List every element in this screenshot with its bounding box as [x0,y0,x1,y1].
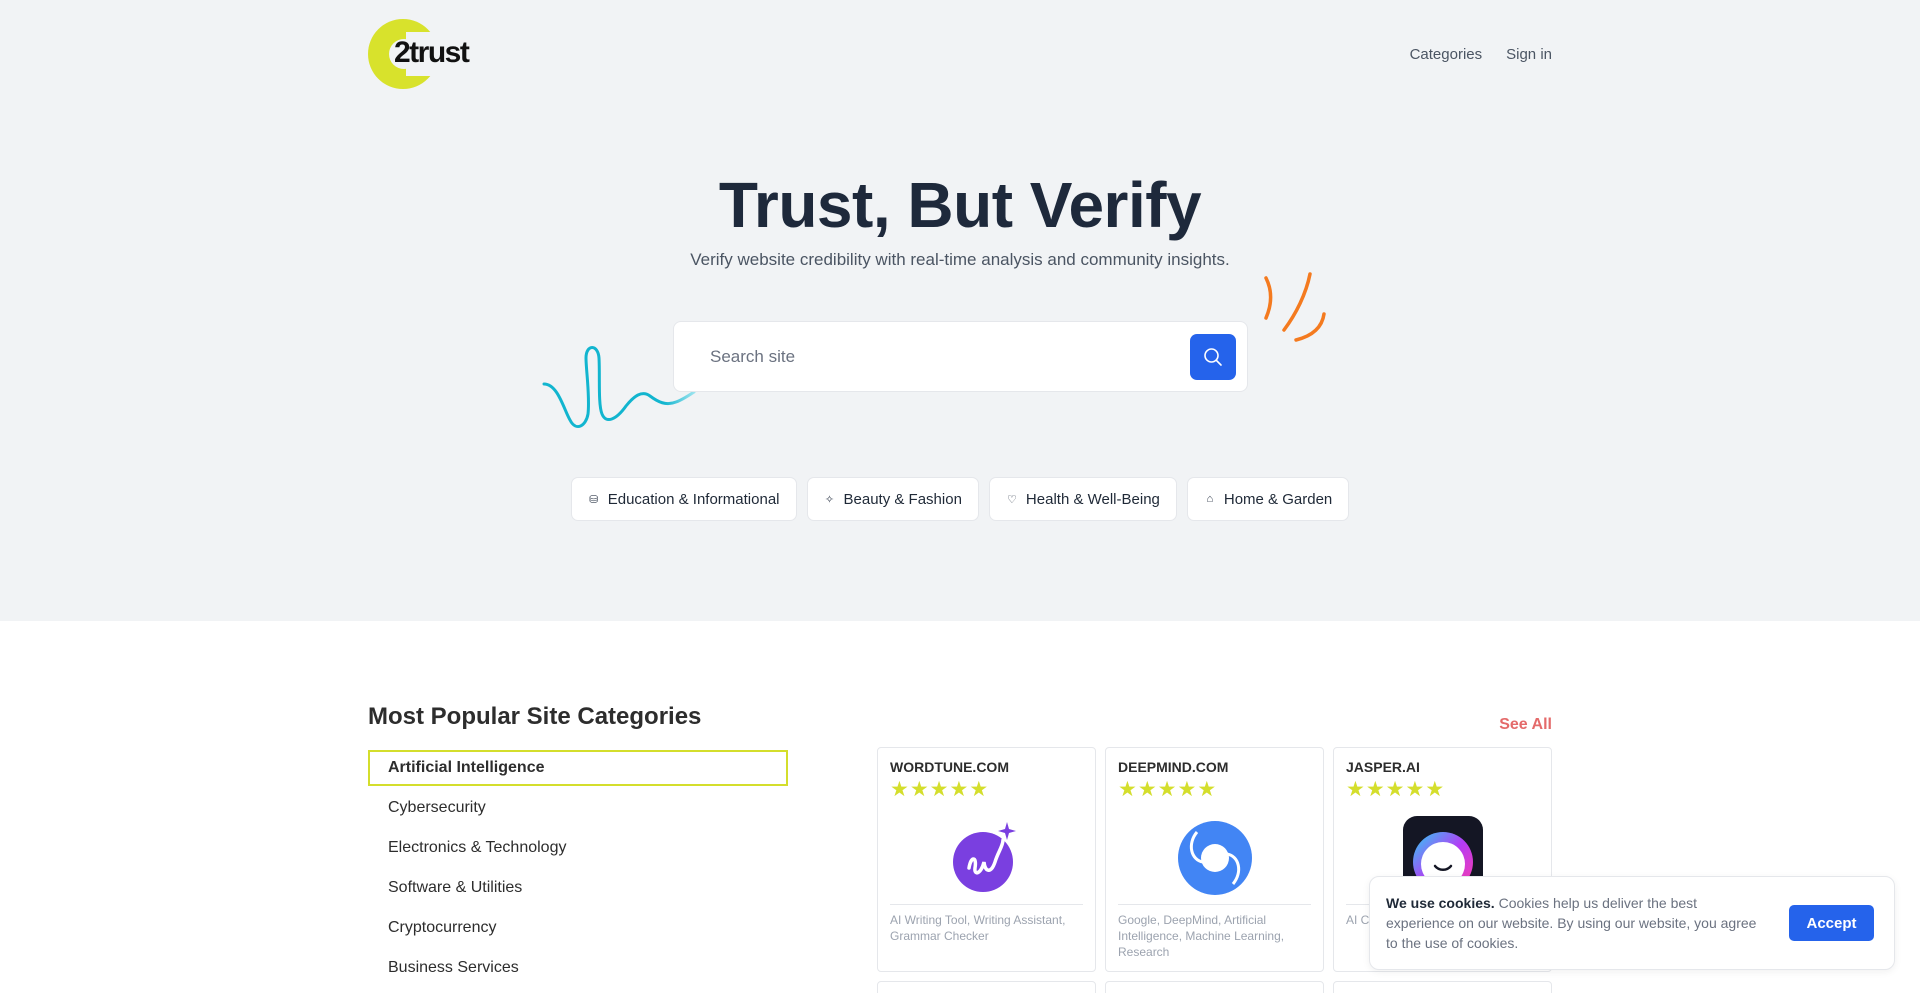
heart-icon: ♡ [1006,493,1017,506]
category-list: Artificial Intelligence Cybersecurity El… [368,750,788,990]
accept-cookies-button[interactable]: Accept [1789,905,1874,941]
star-icon: ★ [890,778,909,801]
deepmind-logo-icon [1177,821,1252,895]
site-name: DEEPMIND.COM [1118,759,1229,775]
logo-text: 2trust [394,36,470,69]
star-icon: ★ [969,778,989,801]
search-box [673,321,1248,392]
site-card-deepmind[interactable]: DEEPMIND.COM ★ ★ ★ ★ ★ Google, DeepMind, Art… [1105,747,1324,972]
star-icon: ★ [1405,778,1425,801]
star-icon: ★ [1197,778,1217,801]
star-icon: ★ [1346,778,1365,801]
logo[interactable]: 2trust [368,18,478,92]
burst-decoration-icon [1264,272,1326,342]
star-icon: ★ [1118,778,1137,801]
star-icon: ★ [1157,778,1177,801]
category-chips: ⛁ Education & Informational ✧ Beauty & F… [0,477,1920,521]
wordtune-logo-icon [952,822,1016,892]
hero-section: 2trust Categories Sign in Trust, But Ver… [0,0,1920,621]
category-item-software[interactable]: Software & Utilities [368,870,788,906]
site-tags: AI Writing Tool, Writing Assistant, Gram… [890,913,1066,943]
hero-title: Trust, But Verify [718,169,1202,241]
site-tags: Google, DeepMind, Artificial Intelligenc… [1118,913,1285,959]
star-icon: ★ [1137,778,1157,801]
nav-signin-link[interactable]: Sign in [1506,46,1552,63]
star-rating: ★ ★ ★ ★ ★ [1346,779,1444,800]
chip-label: Beauty & Fashion [843,490,962,508]
chip-beauty[interactable]: ✧ Beauty & Fashion [806,477,979,521]
site-name: JASPER.AI [1346,759,1420,775]
cookie-message: We use cookies. Cookies help us deliver … [1386,893,1766,953]
top-nav: Categories Sign in [1410,46,1552,63]
category-item-ai[interactable]: Artificial Intelligence [368,750,788,786]
site-card-wordtune[interactable]: WORDTUNE.COM ★ ★ ★ ★ ★ AI Writing Tool, Writ… [877,747,1096,972]
star-icon: ★ [1177,778,1197,801]
chip-education[interactable]: ⛁ Education & Informational [570,477,797,521]
star-icon: ★ [929,778,949,801]
chip-home[interactable]: ⌂ Home & Garden [1186,477,1350,521]
star-icon: ★ [1365,778,1385,801]
search-input[interactable] [710,340,1150,374]
chip-health[interactable]: ♡ Health & Well-Being [988,477,1177,521]
star-icon: ★ [909,778,929,801]
star-icon: ★ [949,778,969,801]
cookie-banner: We use cookies. Cookies help us deliver … [1369,876,1895,970]
see-all-link[interactable]: See All [1499,716,1552,734]
site-card[interactable] [1105,981,1324,993]
star-icon: ★ [1385,778,1405,801]
category-item-crypto[interactable]: Cryptocurrency [368,910,788,946]
cookie-title: We use cookies. [1386,895,1495,911]
section-title: Most Popular Site Categories [368,703,702,730]
chip-label: Home & Garden [1223,490,1333,508]
chip-label: Education & Informational [607,490,780,508]
sparkles-icon: ✧ [824,493,835,506]
home-icon: ⌂ [1206,493,1214,505]
chip-label: Health & Well-Being [1025,490,1160,508]
category-item-business[interactable]: Business Services [368,950,788,986]
graduation-cap-icon: ⛁ [589,493,599,506]
site-card[interactable] [877,981,1096,993]
search-icon [1204,348,1222,366]
hero-subtitle: Verify website credibility with real-tim… [690,250,1230,269]
star-icon: ★ [1425,778,1445,801]
star-rating: ★ ★ ★ ★ ★ [1118,779,1216,800]
star-rating: ★ ★ ★ ★ ★ [890,779,988,800]
site-name: WORDTUNE.COM [890,759,1009,775]
nav-categories-link[interactable]: Categories [1410,46,1483,63]
category-item-electronics[interactable]: Electronics & Technology [368,830,788,866]
category-item-cybersecurity[interactable]: Cybersecurity [368,790,788,826]
site-card[interactable] [1333,981,1552,993]
search-button[interactable] [1190,334,1236,380]
site-header: 2trust Categories Sign in [368,18,1552,92]
